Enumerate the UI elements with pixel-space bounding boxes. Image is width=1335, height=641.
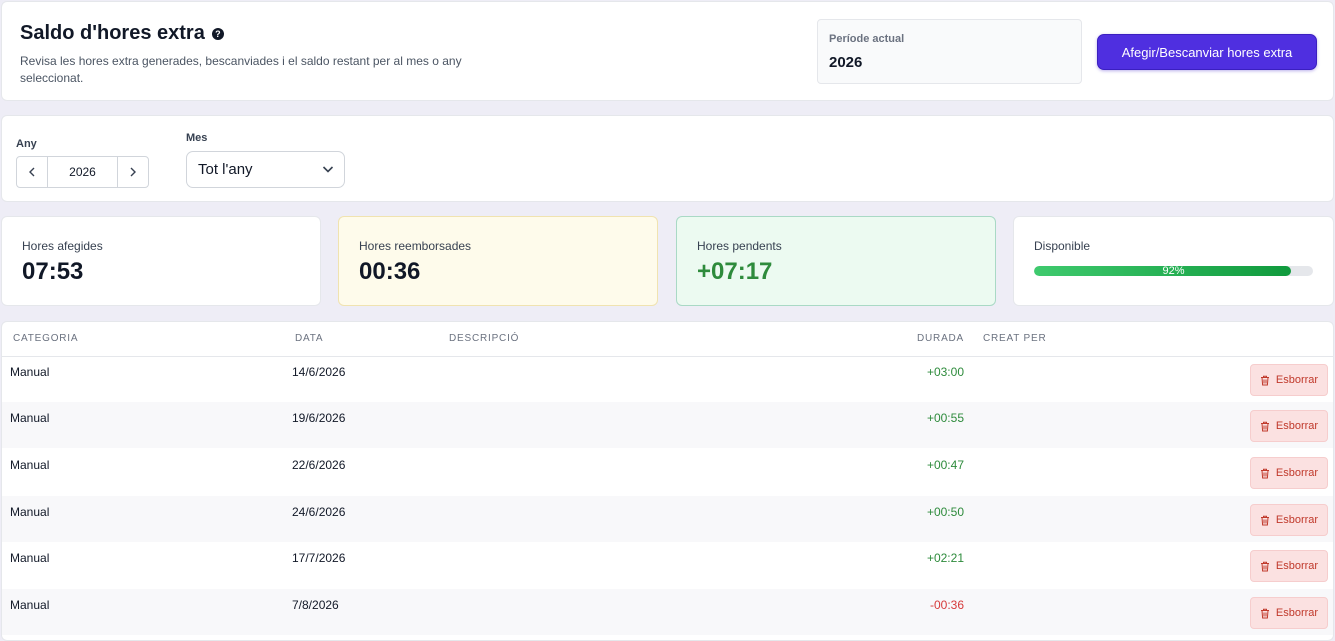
stat-card-refunded: Hores reemborsades 00:36: [338, 216, 658, 306]
add-redeem-overtime-button[interactable]: Afegir/Bescanviar hores extra: [1097, 34, 1317, 70]
delete-button[interactable]: Esborrar: [1250, 364, 1328, 396]
stat-card-pending: Hores pendents +07:17: [676, 216, 996, 306]
column-header-category: CATEGORIA: [13, 333, 79, 344]
row-duration: +00:50: [926, 505, 964, 519]
year-label: Any: [16, 138, 37, 150]
stat-added-label: Hores afegides: [22, 239, 103, 253]
stat-added-value: 07:53: [22, 258, 84, 285]
table-row: Manual 19/6/2026 +00:55 Esborrar: [2, 402, 1333, 448]
row-date: 24/6/2026: [292, 505, 346, 519]
chevron-right-icon: [130, 167, 136, 177]
stat-card-available: Disponible 92%: [1013, 216, 1334, 306]
header-card: Saldo d'hores extra ? Revisa les hores e…: [1, 1, 1334, 101]
stat-pending-label: Hores pendents: [697, 239, 782, 253]
table-row: Manual 22/6/2026 +00:47 Esborrar: [2, 449, 1333, 495]
table-row: Manual 24/6/2026 +00:50 Esborrar: [2, 496, 1333, 542]
row-date: 14/6/2026: [292, 365, 346, 379]
year-stepper: 2026: [16, 156, 149, 188]
chevron-down-icon: [322, 166, 334, 173]
year-prev-button[interactable]: [17, 157, 47, 187]
delete-button-label: Esborrar: [1275, 560, 1319, 572]
column-header-duration: DURADA: [917, 333, 965, 344]
row-duration: +03:00: [926, 365, 964, 379]
delete-button-label: Esborrar: [1275, 607, 1319, 619]
delete-button-label: Esborrar: [1275, 420, 1319, 432]
month-select[interactable]: Tot l'any: [186, 151, 345, 188]
table-header: CATEGORIA DATA DESCRIPCIÓ DURADA CREAT P…: [2, 322, 1333, 357]
page-title: Saldo d'hores extra ?: [20, 22, 224, 45]
stat-available-label: Disponible: [1034, 239, 1091, 253]
row-category: Manual: [10, 411, 50, 425]
delete-button[interactable]: Esborrar: [1250, 410, 1328, 442]
row-category: Manual: [10, 365, 50, 379]
month-label: Mes: [186, 132, 208, 144]
column-header-description: DESCRIPCIÓ: [449, 333, 520, 344]
chevron-left-icon: [29, 167, 35, 177]
stat-card-added: Hores afegides 07:53: [1, 216, 321, 306]
trash-icon: [1260, 515, 1269, 525]
available-progress-bar: 92%: [1034, 266, 1313, 276]
page-title-text: Saldo d'hores extra: [20, 22, 205, 44]
delete-button[interactable]: Esborrar: [1250, 504, 1328, 536]
question-circle-icon[interactable]: ?: [211, 27, 224, 40]
row-category: Manual: [10, 598, 50, 612]
table-row: Manual 7/8/2026 -00:36 Esborrar: [2, 589, 1333, 635]
trash-icon: [1260, 561, 1269, 571]
row-category: Manual: [10, 551, 50, 565]
delete-button-label: Esborrar: [1275, 467, 1319, 479]
current-period-box: Període actual 2026: [817, 19, 1082, 84]
delete-button-label: Esborrar: [1275, 374, 1319, 386]
row-duration: +00:55: [926, 411, 964, 425]
row-duration: +02:21: [926, 551, 964, 565]
overtime-table: CATEGORIA DATA DESCRIPCIÓ DURADA CREAT P…: [1, 321, 1334, 641]
month-select-value: Tot l'any: [198, 161, 253, 178]
row-date: 19/6/2026: [292, 411, 346, 425]
delete-button[interactable]: Esborrar: [1250, 550, 1328, 582]
stat-pending-value: +07:17: [697, 258, 773, 285]
row-date: 22/6/2026: [292, 458, 346, 472]
trash-icon: [1260, 375, 1269, 385]
row-duration: +00:47: [926, 458, 964, 472]
available-progress-text: 92%: [1162, 266, 1185, 276]
row-date: 17/7/2026: [292, 551, 346, 565]
delete-button[interactable]: Esborrar: [1250, 597, 1328, 629]
row-category: Manual: [10, 458, 50, 472]
row-date: 7/8/2026: [292, 598, 339, 612]
filters-card: Any 2026 Mes Tot l'any: [1, 115, 1334, 202]
year-value[interactable]: 2026: [47, 157, 118, 187]
table-row: Manual 14/6/2026 +03:00 Esborrar: [2, 356, 1333, 402]
trash-icon: [1260, 468, 1269, 478]
page-description: Revisa les hores extra generades, bescan…: [20, 54, 462, 85]
delete-button-label: Esborrar: [1275, 514, 1319, 526]
row-category: Manual: [10, 505, 50, 519]
trash-icon: [1260, 421, 1269, 431]
delete-button[interactable]: Esborrar: [1250, 457, 1328, 489]
column-header-created-by: CREAT PER: [983, 333, 1047, 344]
trash-icon: [1260, 608, 1269, 618]
year-next-button[interactable]: [118, 157, 148, 187]
current-period-value: 2026: [829, 54, 863, 71]
stat-refunded-label: Hores reemborsades: [359, 239, 472, 253]
table-row: Manual 17/7/2026 +02:21 Esborrar: [2, 542, 1333, 588]
column-header-date: DATA: [295, 333, 324, 344]
row-duration: -00:36: [929, 598, 964, 612]
stat-refunded-value: 00:36: [359, 258, 421, 285]
current-period-label: Període actual: [829, 33, 905, 45]
